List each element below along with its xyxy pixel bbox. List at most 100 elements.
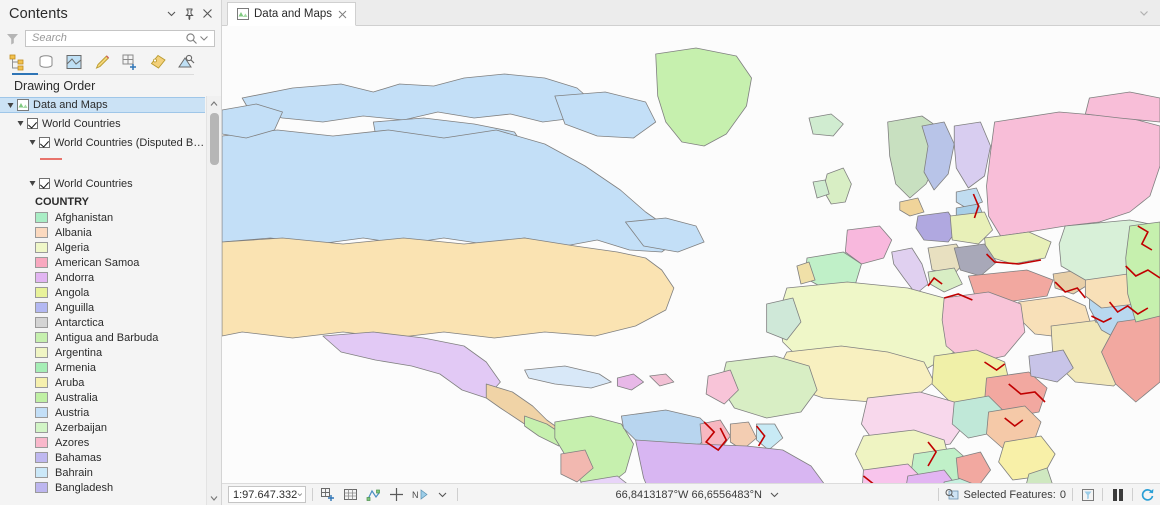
divider [1072, 488, 1073, 501]
legend-color-swatch[interactable] [35, 317, 48, 328]
layer-visibility-checkbox[interactable] [39, 178, 50, 189]
legend-item[interactable]: Bangladesh [35, 480, 205, 495]
close-icon[interactable] [199, 6, 215, 22]
legend-item[interactable]: Antarctica [35, 315, 205, 330]
add-grid-button[interactable] [319, 486, 336, 503]
coordinates-chevron-down-icon[interactable] [769, 489, 780, 500]
legend-color-swatch[interactable] [35, 362, 48, 373]
legend-item[interactable]: Armenia [35, 360, 205, 375]
legend-item[interactable]: Azores [35, 435, 205, 450]
contents-tree[interactable]: Data and Maps World Countries World Coun… [0, 96, 221, 505]
legend-item[interactable]: Argentina [35, 345, 205, 360]
legend-item-label: Algeria [55, 241, 90, 254]
legend-item[interactable]: Afghanistan [35, 210, 205, 225]
list-by-drawing-order-icon[interactable] [8, 52, 28, 72]
pause-drawing-button[interactable] [1109, 486, 1126, 503]
toc-item-world-countries-layer[interactable]: World Countries [0, 176, 205, 191]
expander-triangle-icon[interactable] [14, 119, 27, 128]
search-options-chevron-icon[interactable] [198, 32, 211, 45]
symbology-field-heading: COUNTRY [0, 194, 205, 209]
list-by-charts-icon[interactable] [176, 52, 196, 72]
scroll-up-arrow-icon[interactable] [207, 96, 221, 111]
legend-color-swatch[interactable] [35, 407, 48, 418]
status-more-chevron-icon[interactable] [434, 486, 451, 503]
layer-visibility-checkbox[interactable] [27, 118, 38, 129]
list-by-editing-icon[interactable] [92, 52, 112, 72]
legend-item[interactable]: Austria [35, 405, 205, 420]
legend-item[interactable]: Aruba [35, 375, 205, 390]
chevron-down-icon[interactable] [163, 6, 179, 22]
disputed-boundary-symbol [0, 152, 205, 166]
map-scale-combobox[interactable]: 1:97.647.332 [228, 486, 306, 503]
toc-item-data-and-maps[interactable]: Data and Maps [0, 97, 205, 113]
legend-color-swatch[interactable] [35, 257, 48, 268]
line-symbol-swatch [40, 158, 62, 160]
map-scale-value: 1:97.647.332 [233, 488, 298, 501]
legend-item[interactable]: Antigua and Barbuda [35, 330, 205, 345]
legend-color-swatch[interactable] [35, 347, 48, 358]
legend-item-label: Bahamas [55, 451, 102, 464]
legend-color-swatch[interactable] [35, 227, 48, 238]
legend-item[interactable]: American Samoa [35, 255, 205, 270]
legend-color-swatch[interactable] [35, 422, 48, 433]
legend-color-swatch[interactable] [35, 467, 48, 478]
legend-item[interactable]: Angola [35, 285, 205, 300]
world-map-svg [222, 47, 1160, 483]
scrollbar-thumb[interactable] [210, 113, 219, 165]
divider [457, 488, 458, 501]
legend-color-swatch[interactable] [35, 302, 48, 313]
refresh-button[interactable] [1139, 486, 1156, 503]
north-arrow-button[interactable]: N [411, 486, 428, 503]
filter-icon[interactable] [5, 31, 20, 46]
clear-selection-button[interactable] [1079, 486, 1096, 503]
legend-color-swatch[interactable] [35, 452, 48, 463]
legend-item-label: Austria [55, 406, 90, 419]
legend-item[interactable]: Andorra [35, 270, 205, 285]
legend-item-label: Albania [55, 226, 92, 239]
legend-item[interactable]: Azerbaijan [35, 420, 205, 435]
contents-scrollbar[interactable] [206, 96, 221, 505]
contents-tool-tabs [0, 49, 221, 75]
show-grid-button[interactable] [342, 486, 359, 503]
toc-item-disputed-boundaries[interactable]: World Countries (Disputed Boundari... [0, 135, 205, 150]
legend-item[interactable]: Anguilla [35, 300, 205, 315]
legend-color-swatch[interactable] [35, 272, 48, 283]
legend-color-swatch[interactable] [35, 482, 48, 493]
legend-item[interactable]: Bahrain [35, 465, 205, 480]
page-title: Contents [9, 5, 68, 22]
chevron-down-icon[interactable] [297, 490, 303, 499]
legend-color-swatch[interactable] [35, 212, 48, 223]
list-by-selection-icon[interactable] [64, 52, 84, 72]
layer-visibility-checkbox[interactable] [39, 137, 50, 148]
legend-item[interactable]: Bahamas [35, 450, 205, 465]
toc-item-world-countries-group[interactable]: World Countries [0, 116, 205, 131]
legend-item[interactable]: Algeria [35, 240, 205, 255]
map-canvas[interactable] [222, 26, 1160, 483]
search-input[interactable]: Search [25, 29, 215, 47]
list-by-labeling-icon[interactable] [148, 52, 168, 72]
legend-color-swatch[interactable] [35, 437, 48, 448]
tab-label: Data and Maps [254, 8, 332, 20]
legend-color-swatch[interactable] [35, 287, 48, 298]
legend-item[interactable]: Albania [35, 225, 205, 240]
search-icon[interactable] [185, 32, 198, 45]
tab-data-and-maps[interactable]: Data and Maps [227, 2, 356, 26]
legend-item-label: Azerbaijan [55, 421, 107, 434]
expander-triangle-icon[interactable] [4, 101, 17, 110]
legend-color-swatch[interactable] [35, 377, 48, 388]
list-by-snapping-icon[interactable] [120, 52, 140, 72]
tabstrip-chevron-down-icon[interactable] [1138, 7, 1150, 19]
expander-triangle-icon[interactable] [26, 138, 39, 147]
list-by-data-source-icon[interactable] [36, 52, 56, 72]
legend-item-label: Antarctica [55, 316, 104, 329]
explore-selection-button[interactable] [365, 486, 382, 503]
legend-color-swatch[interactable] [35, 392, 48, 403]
crosshair-button[interactable] [388, 486, 405, 503]
legend-item[interactable]: Australia [35, 390, 205, 405]
legend-color-swatch[interactable] [35, 242, 48, 253]
pin-icon[interactable] [181, 6, 197, 22]
expander-triangle-icon[interactable] [26, 179, 39, 188]
legend-color-swatch[interactable] [35, 332, 48, 343]
close-icon[interactable] [337, 9, 348, 20]
scroll-down-arrow-icon[interactable] [207, 490, 221, 505]
